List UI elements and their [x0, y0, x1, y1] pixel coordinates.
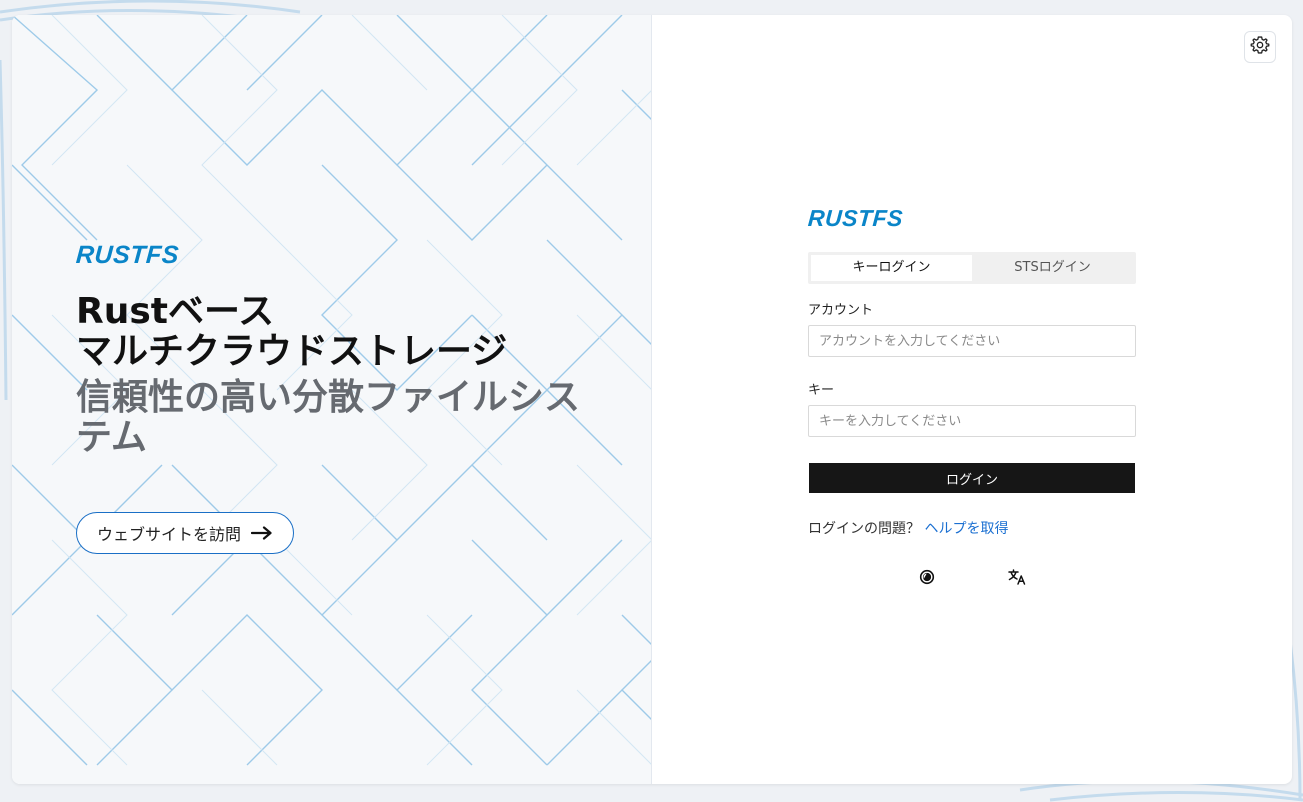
tab-key-login[interactable]: キーログイン: [811, 255, 972, 281]
hero-panel: RUSTFS Rustベース マルチクラウドストレージ 信頼性の高い分散ファイル…: [12, 15, 652, 784]
gear-icon: [1250, 35, 1270, 60]
login-form: RUSTFS キーログイン STSログイン アカウント キー ログイン ログイン…: [807, 205, 1136, 586]
login-button[interactable]: ログイン: [808, 462, 1136, 494]
settings-button[interactable]: [1244, 31, 1276, 63]
login-panel: RUSTFS キーログイン STSログイン アカウント キー ログイン ログイン…: [652, 15, 1292, 784]
arrow-right-icon: [250, 523, 273, 543]
hero-title-line1: Rustベース: [76, 291, 275, 332]
hero-title-line2: マルチクラウドストレージ: [76, 331, 508, 372]
brand-logo: RUSTFS: [75, 241, 181, 269]
tab-sts-login[interactable]: STSログイン: [972, 255, 1133, 281]
login-card: RUSTFS Rustベース マルチクラウドストレージ 信頼性の高い分散ファイル…: [12, 15, 1292, 784]
theme-toggle-icon[interactable]: [918, 568, 936, 586]
account-label: アカウント: [808, 303, 874, 318]
form-brand-logo: RUSTFS: [807, 205, 904, 231]
hero-subtitle: 信頼性の高い分散ファイルシステム: [76, 377, 581, 458]
key-input[interactable]: [808, 405, 1136, 437]
bottom-toolbar: [808, 568, 1136, 586]
help-link[interactable]: ヘルプを取得: [924, 521, 1008, 537]
login-tabs: キーログイン STSログイン: [808, 252, 1136, 284]
help-prefix: ログインの問題？: [808, 521, 920, 537]
help-row: ログインの問題？ ヘルプを取得: [808, 518, 1136, 538]
key-label: キー: [808, 383, 835, 398]
account-input[interactable]: [808, 325, 1136, 357]
visit-website-button[interactable]: ウェブサイトを訪問: [76, 512, 295, 554]
hero-content: RUSTFS Rustベース マルチクラウドストレージ 信頼性の高い分散ファイル…: [75, 241, 616, 458]
visit-website-label: ウェブサイトを訪問: [97, 525, 242, 544]
translate-icon[interactable]: [1008, 568, 1026, 586]
